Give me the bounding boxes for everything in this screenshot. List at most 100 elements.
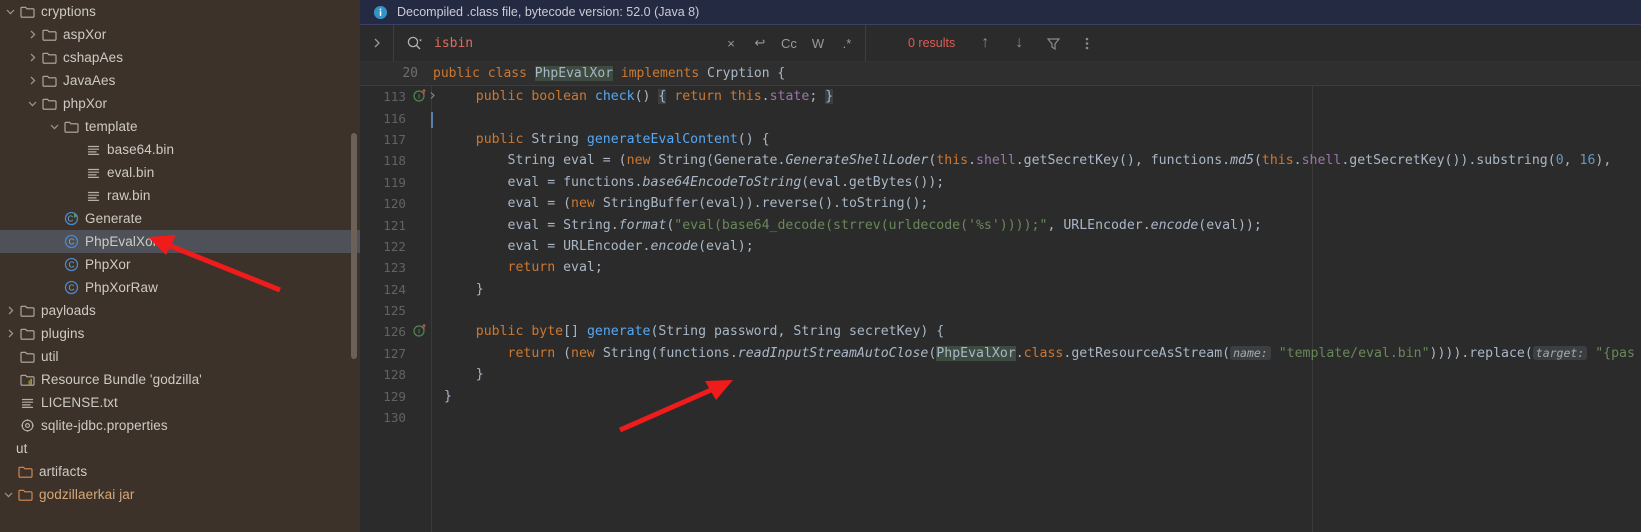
tree-item-cshapaes[interactable]: cshapAes — [0, 46, 360, 69]
line-number[interactable]: 124 — [360, 282, 410, 297]
tree-item-base64-bin[interactable]: base64.bin — [0, 138, 360, 161]
tree-item-godzillaerkai-jar[interactable]: godzillaerkai jar — [0, 483, 360, 506]
line-number[interactable]: 130 — [360, 410, 410, 425]
implements-method-icon[interactable]: I — [413, 88, 427, 106]
code-token: return — [444, 260, 564, 276]
line-number[interactable]: 121 — [360, 218, 410, 233]
line-number[interactable]: 113 — [360, 89, 410, 104]
filter-icon[interactable] — [1045, 35, 1061, 51]
code-line[interactable]: 125 — [360, 300, 1641, 321]
chevron-down-icon[interactable] — [24, 96, 40, 112]
tree-item-phpevalxor[interactable]: C PhpEvalXor — [0, 230, 360, 253]
tree-item-util[interactable]: util — [0, 345, 360, 368]
newline-search-icon[interactable]: ↩ — [752, 33, 768, 53]
line-number[interactable]: 122 — [360, 239, 410, 254]
line-number[interactable]: 129 — [360, 389, 410, 404]
code-token: return — [674, 89, 730, 105]
code-token: shell — [976, 153, 1016, 169]
code-token: public — [444, 89, 532, 105]
tree-item-generate[interactable]: C Generate — [0, 207, 360, 230]
tree-item-aspxor[interactable]: aspXor — [0, 23, 360, 46]
line-number[interactable]: 123 — [360, 260, 410, 275]
line-number[interactable]: 116 — [360, 111, 410, 126]
line-number[interactable]: 127 — [360, 346, 410, 361]
more-options-icon[interactable] — [1079, 35, 1095, 51]
chevron-right-icon[interactable] — [24, 27, 40, 43]
tree-item-phpxor[interactable]: phpXor — [0, 92, 360, 115]
code-lines[interactable]: 113 I public boolean check() { return thi… — [360, 86, 1641, 428]
implements-method-icon[interactable]: I — [413, 323, 427, 341]
tree-item-plugins[interactable]: plugins — [0, 322, 360, 345]
tree-item-payloads[interactable]: payloads — [0, 299, 360, 322]
search-results-count: 0 results — [908, 36, 956, 50]
code-line[interactable]: 128 } — [360, 364, 1641, 385]
line-number[interactable]: 117 — [360, 132, 410, 147]
fold-expand-icon[interactable] — [428, 89, 437, 104]
find-next-icon[interactable]: ↓ — [1011, 34, 1027, 51]
tree-item-raw-bin[interactable]: raw.bin — [0, 184, 360, 207]
line-number[interactable]: 119 — [360, 175, 410, 190]
tree-item-cryptions[interactable]: cryptions — [0, 0, 360, 23]
gutter-markers[interactable]: I — [410, 323, 440, 341]
tree-item-license-txt[interactable]: LICENSE.txt — [0, 391, 360, 414]
line-number[interactable]: 118 — [360, 153, 410, 168]
code-line[interactable]: 126 I public byte[] generate(String passw… — [360, 321, 1641, 342]
find-previous-icon[interactable]: ↑ — [977, 34, 993, 51]
chevron-right-icon[interactable] — [2, 303, 18, 319]
line-number[interactable]: 125 — [360, 303, 410, 318]
chevron-right-icon[interactable] — [24, 50, 40, 66]
line-number[interactable]: 128 — [360, 367, 410, 382]
code-line[interactable]: 123 return eval; — [360, 257, 1641, 278]
line-number[interactable]: 120 — [360, 196, 410, 211]
tree-item-resource-bundle-godzilla[interactable]: Resource Bundle 'godzilla' — [0, 368, 360, 391]
tree-item-phpxor[interactable]: C PhpXor — [0, 253, 360, 276]
gutter-markers[interactable]: I — [410, 88, 440, 106]
code-line[interactable]: 127 return (new String(functions.readInp… — [360, 343, 1641, 364]
code-token: format — [618, 217, 667, 233]
code-line[interactable]: 118 String eval = (new String(Generate.G… — [360, 150, 1641, 171]
clear-search-icon[interactable]: × — [723, 33, 739, 53]
sidebar-scrollbar-thumb[interactable] — [351, 133, 357, 359]
code-line[interactable]: 120 eval = (new StringBuffer(eval)).reve… — [360, 193, 1641, 214]
tree-item-javaaes[interactable]: JavaAes — [0, 69, 360, 92]
chevron-down-icon[interactable] — [46, 119, 62, 135]
code-line[interactable]: 122 eval = URLEncoder.encode(eval); — [360, 236, 1641, 257]
tree-item-sqlite-jdbc-properties[interactable]: sqlite-jdbc.properties — [0, 414, 360, 437]
code-line[interactable]: 129} — [360, 385, 1641, 406]
project-tree[interactable]: cryptions aspXor cshapAes JavaAes phpXor temp… — [0, 0, 360, 506]
tree-item-artifacts[interactable]: artifacts — [0, 460, 360, 483]
find-toolbar[interactable]: × ↩ Cc W .* 0 results ↑ ↓ — [360, 25, 1641, 62]
project-tree-panel[interactable]: cryptions aspXor cshapAes JavaAes phpXor temp… — [0, 0, 360, 532]
chevron-down-icon[interactable] — [0, 487, 16, 503]
sticky-class-header[interactable]: 20 public class PhpEvalXor implements Cr… — [360, 62, 1641, 86]
tree-item-phpxorraw[interactable]: C PhpXorRaw — [0, 276, 360, 299]
find-field-container[interactable]: × ↩ Cc W .* — [394, 25, 866, 61]
chevron-right-icon[interactable] — [24, 73, 40, 89]
whole-words-toggle[interactable]: W — [810, 33, 826, 53]
code-line[interactable]: 121 eval = String.format("eval(base64_de… — [360, 214, 1641, 235]
code-line[interactable]: 130 — [360, 407, 1641, 428]
code-line[interactable]: 117 public String generateEvalContent() … — [360, 129, 1641, 150]
code-line[interactable]: 119 eval = functions.base64EncodeToStrin… — [360, 172, 1641, 193]
search-icon[interactable] — [406, 34, 424, 52]
code-token: PhpEvalXor — [534, 66, 614, 81]
line-number[interactable]: 126 — [360, 324, 410, 339]
regex-toggle[interactable]: .* — [839, 33, 855, 53]
match-case-toggle[interactable]: Cc — [781, 33, 797, 53]
tree-item-eval-bin[interactable]: eval.bin — [0, 161, 360, 184]
find-field-actions[interactable]: × ↩ Cc W .* — [723, 25, 855, 61]
chevron-down-icon[interactable] — [2, 4, 18, 20]
code-token: byte — [531, 324, 564, 340]
tree-item-ut[interactable]: ut — [0, 437, 360, 460]
find-nav-actions[interactable]: ↑ ↓ — [977, 34, 1095, 51]
expand-find-options-icon[interactable] — [360, 25, 394, 61]
folder-icon — [18, 4, 36, 20]
code-editor[interactable]: 113 I public boolean check() { return thi… — [360, 86, 1641, 532]
code-line[interactable]: 124 } — [360, 279, 1641, 300]
tree-item-template[interactable]: template — [0, 115, 360, 138]
search-input[interactable] — [434, 35, 684, 51]
code-line[interactable]: 116 — [360, 107, 1641, 128]
code-line[interactable]: 113 I public boolean check() { return thi… — [360, 86, 1641, 107]
chevron-right-icon[interactable] — [2, 326, 18, 342]
code-token: class — [487, 66, 535, 81]
